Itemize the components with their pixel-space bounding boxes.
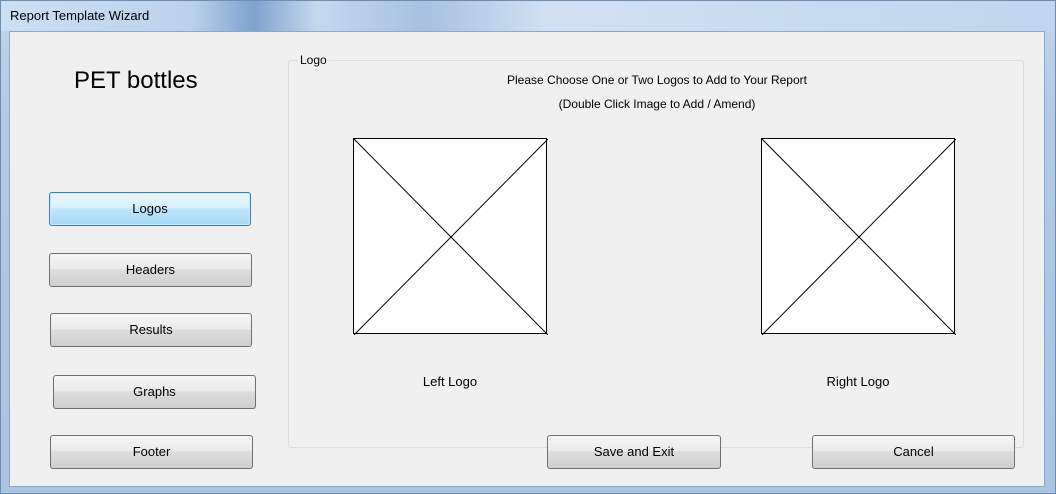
save-and-exit-button[interactable]: Save and Exit — [547, 435, 721, 469]
logo-group-legend: Logo — [298, 53, 329, 67]
logo-instruction-line-1: Please Choose One or Two Logos to Add to… — [507, 73, 807, 87]
logo-instruction-line-2: (Double Click Image to Add / Amend) — [558, 97, 756, 111]
nav-button-results[interactable]: Results — [50, 313, 252, 347]
empty-image-icon — [762, 139, 956, 335]
empty-image-icon — [354, 139, 548, 335]
left-logo-caption: Left Logo — [422, 374, 478, 389]
window-title: Report Template Wizard — [10, 8, 150, 23]
dialog-client-area: PET bottles Logos Headers Results Graphs… — [9, 31, 1045, 487]
nav-button-logos[interactable]: Logos — [49, 192, 251, 226]
report-name-title: PET bottles — [74, 67, 198, 94]
left-logo-image-placeholder[interactable] — [353, 138, 548, 335]
window-frame: Report Template Wizard PET bottles Logos… — [0, 0, 1056, 494]
nav-button-footer[interactable]: Footer — [50, 435, 253, 469]
nav-button-graphs[interactable]: Graphs — [53, 375, 256, 409]
logo-groupbox: Logo Please Choose One or Two Logos to A… — [288, 53, 1024, 448]
cancel-button[interactable]: Cancel — [812, 435, 1015, 469]
right-logo-caption: Right Logo — [826, 374, 890, 389]
nav-button-headers[interactable]: Headers — [49, 253, 252, 287]
right-logo-image-placeholder[interactable] — [761, 138, 956, 335]
title-bar[interactable]: Report Template Wizard — [1, 1, 1055, 31]
